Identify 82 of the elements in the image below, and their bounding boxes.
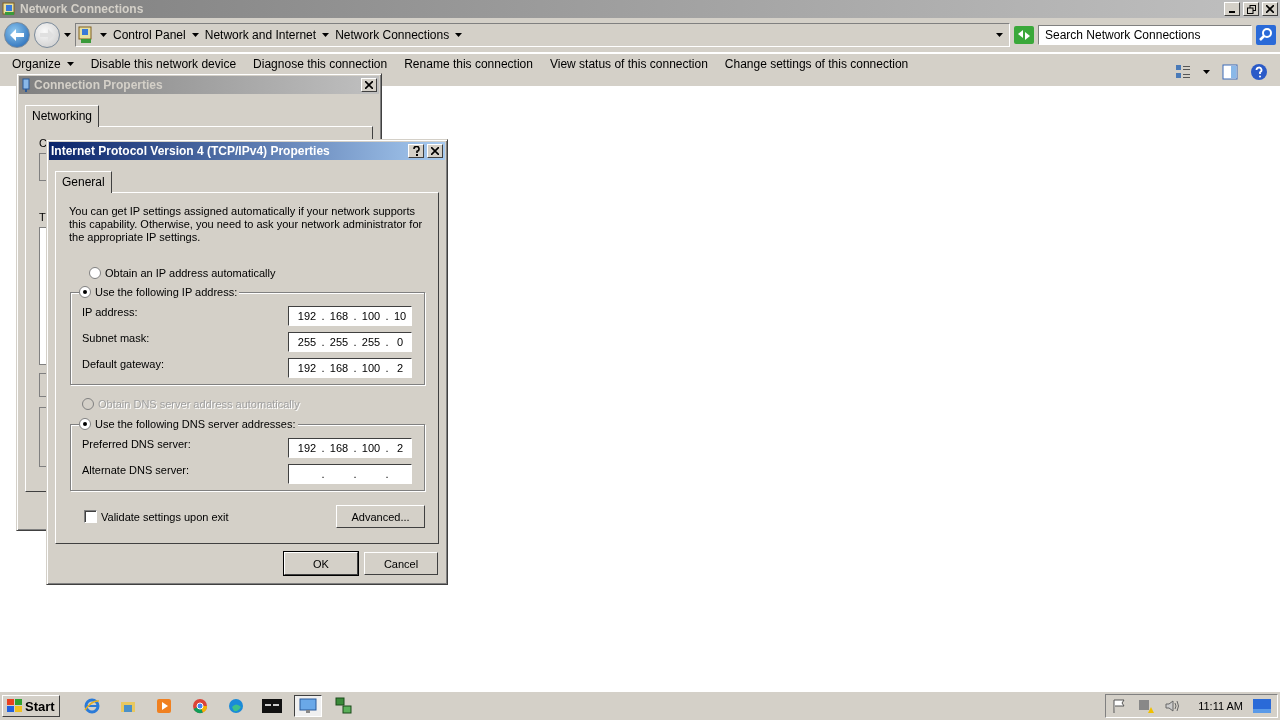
network-warning-icon[interactable] bbox=[1138, 698, 1155, 714]
breadcrumb[interactable]: Control Panel bbox=[113, 28, 186, 42]
address-bar[interactable]: Control Panel Network and Internet Network Connections bbox=[75, 23, 1010, 47]
media-player-icon bbox=[155, 698, 172, 714]
ip-address-field[interactable]: . . . bbox=[288, 464, 412, 484]
close-button[interactable] bbox=[427, 144, 443, 158]
dialog-tab[interactable]: Networking bbox=[25, 105, 100, 127]
ip-address-field[interactable]: 192 . 168 . 100 . 10 bbox=[288, 306, 412, 326]
toolbar-command[interactable]: Disable this network device bbox=[90, 57, 237, 71]
forward-button[interactable] bbox=[34, 22, 60, 48]
network-computers-icon bbox=[334, 697, 353, 715]
history-caret-icon bbox=[64, 33, 71, 37]
window-title: Network Connections bbox=[20, 2, 145, 16]
dialog-title: Connection Properties bbox=[34, 78, 164, 92]
restore-button[interactable] bbox=[1243, 2, 1259, 16]
caret-icon bbox=[455, 33, 463, 37]
close-icon bbox=[1266, 5, 1274, 13]
toolbar-command[interactable]: Rename this connection bbox=[404, 57, 533, 71]
search-field[interactable]: Search Network Connections bbox=[1038, 25, 1252, 45]
view-options-icon[interactable] bbox=[1175, 64, 1191, 80]
back-button[interactable] bbox=[4, 22, 30, 48]
field-label: Preferred DNS server: bbox=[82, 438, 191, 450]
command-prompt-icon bbox=[261, 699, 282, 713]
ip-address-field[interactable]: 192 . 168 . 100 . 2 bbox=[288, 358, 412, 378]
help-icon[interactable] bbox=[1250, 63, 1268, 81]
search-icon[interactable] bbox=[1256, 25, 1276, 45]
chrome-browser-icon bbox=[191, 698, 208, 714]
clock[interactable]: 11:11 AM bbox=[1190, 700, 1243, 712]
speaker-icon[interactable] bbox=[1164, 698, 1181, 714]
field-label: T bbox=[39, 211, 46, 223]
edge-browser-icon bbox=[227, 698, 244, 714]
field-label: C bbox=[39, 137, 47, 149]
close-icon bbox=[365, 81, 373, 89]
dialog-button[interactable]: OK bbox=[284, 552, 358, 575]
windows-logo-icon bbox=[7, 699, 23, 713]
close-button[interactable] bbox=[361, 78, 377, 92]
radio-button[interactable] bbox=[79, 418, 91, 430]
field-label: Default gateway: bbox=[82, 358, 164, 370]
ip-address-field[interactable]: 192 . 168 . 100 . 2 bbox=[288, 438, 412, 458]
question-mark-icon bbox=[412, 146, 420, 156]
caret-icon bbox=[66, 62, 74, 66]
caret-icon bbox=[100, 33, 107, 37]
intro-text: You can get IP settings assigned automatically if your network supports this capability. Otherwise, you need to ask your network administrator for the appropriate IP settings. bbox=[69, 205, 424, 244]
view-caret-icon bbox=[1203, 70, 1210, 74]
taskbar-app-button[interactable] bbox=[293, 695, 322, 717]
minimize-button[interactable] bbox=[1224, 2, 1240, 16]
toolbar-command[interactable]: Change settings of this connection bbox=[724, 57, 909, 71]
refresh-icon[interactable] bbox=[1014, 26, 1034, 44]
restore-icon bbox=[1246, 4, 1256, 14]
browser-e-icon bbox=[83, 698, 100, 714]
toolbar-command[interactable]: Organize bbox=[12, 57, 74, 71]
network-folder-icon bbox=[78, 26, 94, 44]
field-label: Subnet mask: bbox=[82, 332, 150, 344]
network-adapter-icon bbox=[21, 77, 31, 93]
caret-icon bbox=[191, 33, 199, 37]
dialog-tab[interactable]: General bbox=[55, 171, 112, 193]
dialog-title: Internet Protocol Version 4 (TCP/IPv4) Properties bbox=[51, 144, 331, 158]
forward-arrow-icon bbox=[40, 29, 54, 41]
help-button[interactable] bbox=[408, 144, 424, 158]
field-label: IP address: bbox=[82, 306, 138, 318]
breadcrumb[interactable]: Network and Internet bbox=[204, 28, 317, 42]
radio-label: Obtain an IP address automatically bbox=[105, 267, 276, 279]
start-button[interactable]: Start bbox=[2, 695, 60, 717]
close-icon bbox=[431, 147, 439, 155]
advanced-button[interactable]: Advanced... bbox=[336, 505, 425, 528]
ip-address-field[interactable]: 255 . 255 . 255 . 0 bbox=[288, 332, 412, 352]
dropdown-caret-icon bbox=[996, 33, 1003, 37]
toolbar-command[interactable]: Diagnose this connection bbox=[253, 57, 388, 71]
toolbar-command[interactable]: View status of this connection bbox=[549, 57, 708, 71]
field-label: Alternate DNS server: bbox=[82, 464, 189, 476]
radio-option[interactable]: Obtain an IP address automatically bbox=[89, 267, 438, 279]
caret-icon bbox=[322, 33, 330, 37]
network-folder-icon bbox=[2, 1, 17, 17]
checkbox[interactable] bbox=[84, 510, 97, 523]
monitor-icon bbox=[298, 698, 317, 714]
radio-button[interactable] bbox=[79, 286, 91, 298]
preview-pane-icon[interactable] bbox=[1222, 64, 1238, 80]
back-arrow-icon bbox=[10, 29, 24, 41]
close-button[interactable] bbox=[1262, 2, 1278, 16]
dialog-button[interactable]: Cancel bbox=[364, 552, 438, 575]
radio-button[interactable] bbox=[89, 267, 101, 279]
breadcrumb[interactable]: Network Connections bbox=[335, 28, 450, 42]
